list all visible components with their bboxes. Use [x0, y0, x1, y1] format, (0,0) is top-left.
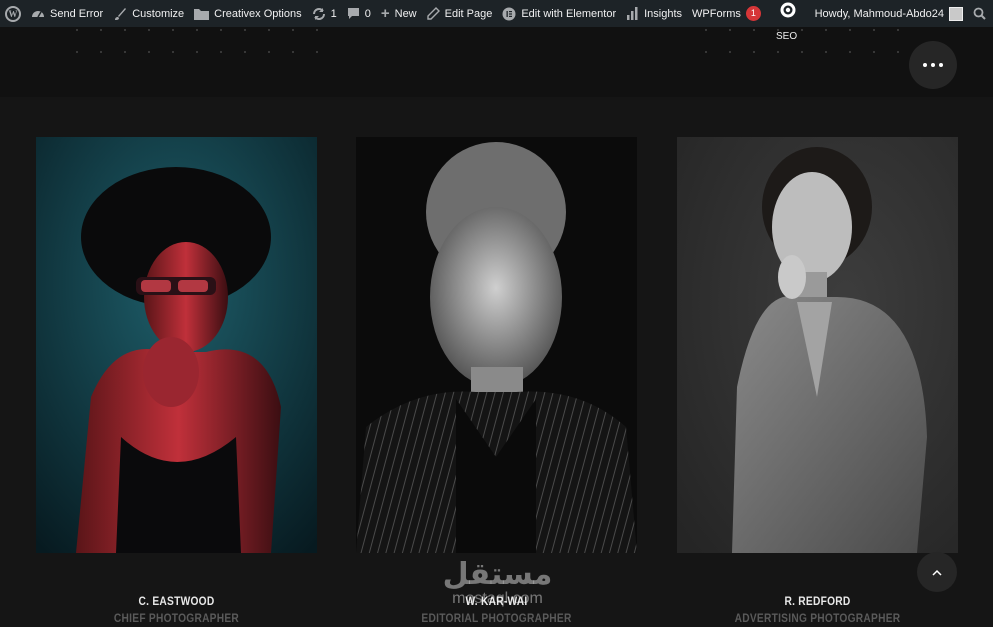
refresh-icon	[312, 7, 326, 21]
comment-icon	[347, 7, 360, 20]
edit-with-elementor-link[interactable]: Edit with Elementor	[497, 0, 621, 27]
search-button[interactable]	[968, 0, 993, 27]
updates-link[interactable]: 1	[307, 0, 342, 27]
decor-dots	[76, 29, 318, 31]
bar-chart-icon	[626, 7, 639, 20]
insights-link[interactable]: Insights	[621, 0, 687, 27]
send-error-link[interactable]: Send Error	[26, 0, 108, 27]
search-icon	[973, 7, 986, 20]
updates-count: 1	[330, 7, 337, 20]
member-role: EDITORIAL PHOTOGRAPHER	[421, 611, 572, 625]
seo-label: SEO	[776, 31, 798, 42]
portrait-image	[677, 137, 958, 553]
decor-dots	[76, 51, 318, 53]
wordpress-logo-icon: W	[5, 5, 21, 22]
portrait-image	[356, 137, 637, 553]
decor-dots	[705, 29, 899, 31]
pencil-icon	[426, 7, 440, 20]
decor-dots	[705, 51, 899, 53]
new-link[interactable]: + New	[376, 0, 422, 27]
wpforms-badge: 1	[745, 6, 761, 21]
member-name: R. REDFORD	[784, 594, 851, 608]
customize-label: Customize	[132, 7, 185, 20]
team-card-photo[interactable]	[677, 137, 958, 553]
back-to-top-button[interactable]	[917, 552, 957, 592]
seo-menu[interactable]	[776, 1, 800, 24]
elementor-icon	[502, 7, 516, 21]
edit-page-link[interactable]: Edit Page	[422, 0, 498, 27]
dashboard-icon	[31, 7, 45, 21]
gear-icon	[780, 2, 796, 18]
account-menu[interactable]: Howdy, Mahmoud-Abdo24	[810, 0, 968, 27]
chevron-up-icon	[932, 569, 942, 576]
wordpress-menu[interactable]: W	[0, 0, 26, 27]
team-card-photo[interactable]	[356, 137, 637, 553]
wpforms-label: WPForms	[692, 7, 741, 20]
watermark: مستقل mostaql.com	[430, 560, 565, 608]
comments-link[interactable]: 0	[342, 0, 376, 27]
customize-link[interactable]: Customize	[108, 0, 189, 27]
member-role: ADVERTISING PHOTOGRAPHER	[734, 611, 901, 625]
insights-label: Insights	[644, 7, 683, 20]
dots-icon	[923, 63, 927, 67]
portrait-image	[36, 137, 317, 553]
site-header	[0, 27, 993, 97]
avatar	[949, 6, 963, 21]
new-label: New	[394, 7, 417, 20]
member-name: C. EASTWOOD	[138, 594, 215, 608]
brush-icon	[113, 7, 127, 21]
creativex-options-label: Creativex Options	[214, 7, 302, 20]
send-error-label: Send Error	[50, 7, 104, 20]
edit-with-elementor-label: Edit with Elementor	[521, 7, 617, 20]
more-menu-button[interactable]	[909, 41, 957, 89]
watermark-latin: mostaql.com	[452, 590, 543, 607]
team-card-photo[interactable]	[36, 137, 317, 553]
plus-icon: +	[380, 5, 390, 22]
howdy-label: Howdy, Mahmoud-Abdo24	[814, 7, 944, 20]
member-role: CHIEF PHOTOGRAPHER	[113, 611, 240, 625]
admin-bar: W Send Error Customize Creativex Options…	[0, 0, 993, 27]
wpforms-link[interactable]: WPForms 1	[687, 0, 766, 27]
watermark-arabic: مستقل	[442, 557, 553, 592]
edit-page-label: Edit Page	[444, 7, 493, 20]
folder-icon	[194, 7, 210, 20]
comments-count: 0	[364, 7, 371, 20]
creativex-options-link[interactable]: Creativex Options	[189, 0, 306, 27]
